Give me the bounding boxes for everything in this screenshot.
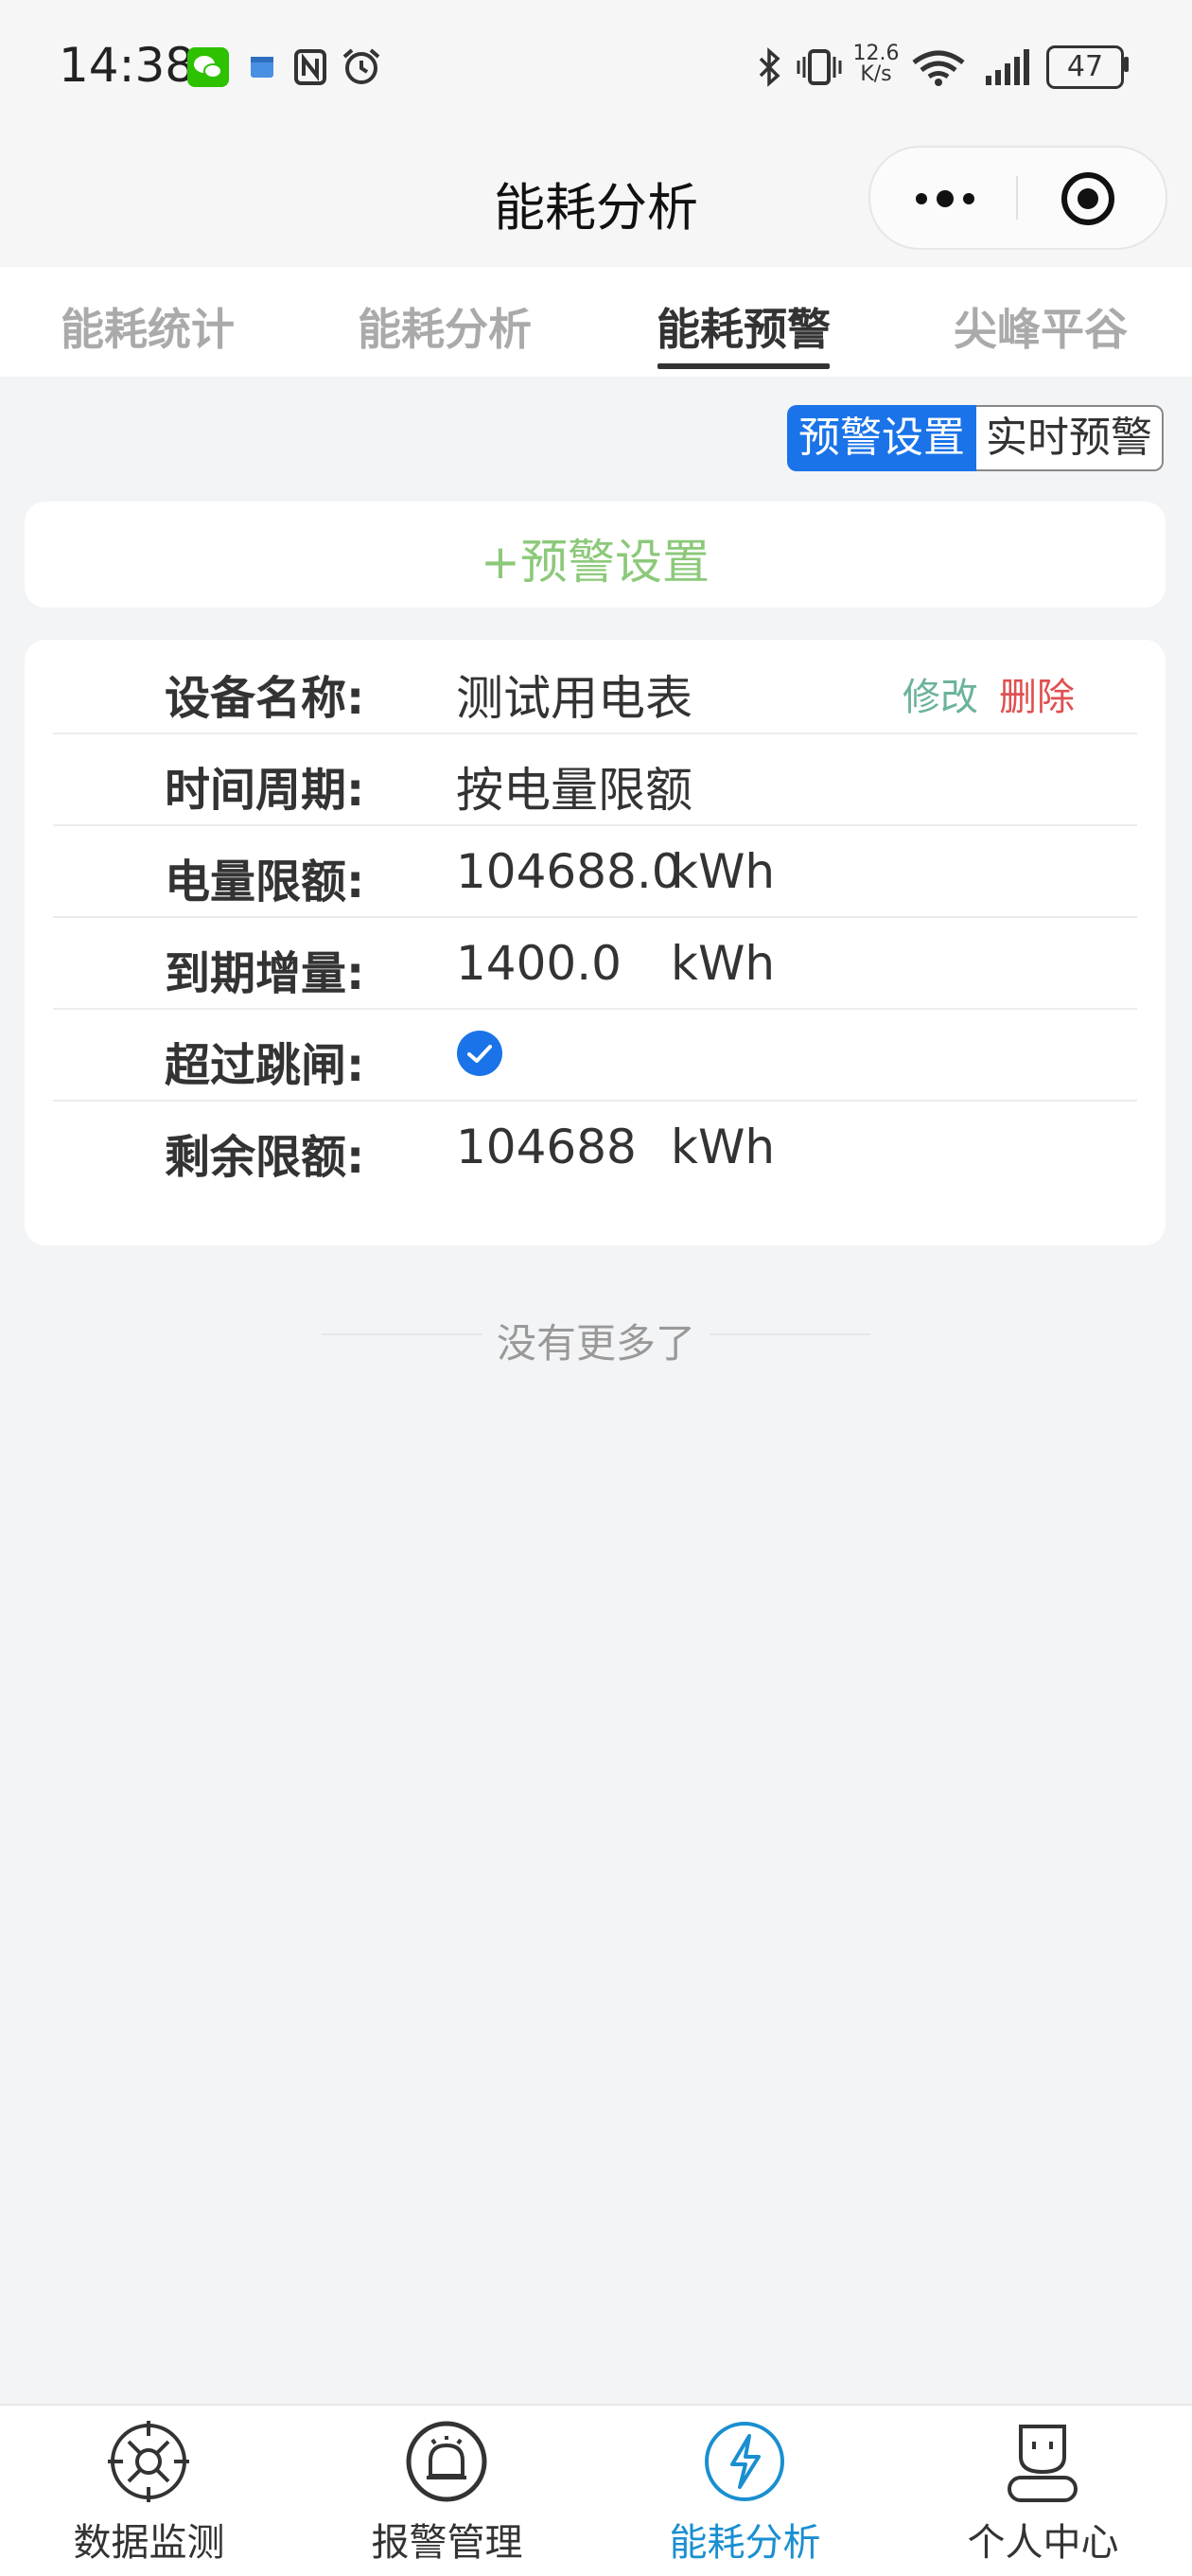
add-warning-card[interactable]: +预警设置: [25, 502, 1166, 608]
tab-energy-warning[interactable]: 能耗预警: [602, 295, 885, 358]
energy-limit-value: 104688.0: [456, 844, 682, 899]
battery-level: 47: [1066, 50, 1104, 83]
row-time-period: 时间周期: 按电量限额: [53, 733, 1137, 826]
bottom-tab-label: 数据监测: [73, 2521, 225, 2565]
row-remaining-limit: 剩余限额: 104688 kWh: [53, 1101, 1137, 1191]
bottom-tab-bar: 数据监测 报警管理 能耗分析 个人中心: [0, 2404, 1192, 2576]
alarm-icon: [342, 48, 380, 84]
net-speed-value: 12.6: [852, 42, 900, 65]
net-speed-unit: K/s: [860, 62, 892, 86]
battery-tip: [1124, 57, 1129, 72]
more-icon[interactable]: [912, 182, 978, 216]
nfc-icon: [294, 49, 326, 85]
no-more-text: 没有更多了: [482, 1312, 710, 1369]
add-warning-button[interactable]: +预警设置: [25, 524, 1166, 592]
status-time: 14:38: [59, 38, 196, 93]
close-miniprogram-icon[interactable]: [1060, 170, 1116, 227]
tab-peak-valley[interactable]: 尖峰平谷: [899, 295, 1183, 358]
list-end-indicator: 没有更多了: [322, 1306, 870, 1369]
bottom-tab-alarm-management[interactable]: 报警管理: [298, 2406, 596, 2576]
segment-warning-settings[interactable]: 预警设置: [787, 405, 976, 471]
battery-icon: 47: [1046, 45, 1124, 89]
trip-checkbox-checked-icon[interactable]: [456, 1030, 503, 1077]
bottom-tab-energy-analysis[interactable]: 能耗分析: [596, 2406, 894, 2576]
warning-record-card: 设备名称: 测试用电表 修改 删除 时间周期: 按电量限额 电量限额: 1046…: [25, 640, 1166, 1245]
segment-realtime-warning[interactable]: 实时预警: [976, 405, 1164, 471]
status-bar: 14:38 12.6 K/s 47: [0, 0, 1192, 132]
lightning-icon: [705, 2422, 784, 2501]
monitor-icon: [108, 2421, 189, 2502]
delete-button[interactable]: 删除: [999, 666, 1075, 721]
tab-bar: 能耗统计 能耗分析 能耗预警 尖峰平谷: [0, 267, 1192, 377]
tab-active-indicator: [657, 363, 830, 369]
navbar: 能耗分析: [0, 132, 1192, 265]
remaining-limit-value: 104688: [456, 1120, 637, 1174]
vibrate-icon: [797, 49, 842, 85]
energy-limit-unit: kWh: [671, 844, 776, 899]
expiry-increment-label: 到期增量:: [165, 947, 365, 1000]
bottom-tab-label: 个人中心: [967, 2521, 1119, 2565]
energy-limit-label: 电量限额:: [165, 856, 365, 909]
time-period-label: 时间周期:: [165, 764, 365, 817]
row-device-name: 设备名称: 测试用电表 修改 删除: [53, 642, 1137, 734]
wechat-icon: [187, 47, 229, 87]
device-name-value: 测试用电表: [456, 671, 692, 726]
user-icon: [1008, 2425, 1078, 2502]
row-trip-over-limit: 超过跳闸:: [53, 1009, 1137, 1102]
calendar-icon: [251, 57, 273, 78]
alarm-light-icon: [406, 2421, 487, 2502]
time-period-value: 按电量限额: [456, 763, 692, 818]
tab-energy-analysis[interactable]: 能耗分析: [303, 295, 587, 358]
bottom-tab-label: 报警管理: [371, 2521, 523, 2565]
edit-button[interactable]: 修改: [903, 666, 978, 721]
remaining-limit-unit: kWh: [671, 1120, 776, 1174]
expiry-increment-unit: kWh: [671, 936, 776, 991]
bottom-tab-label: 能耗分析: [669, 2521, 821, 2565]
remaining-limit-label: 剩余限额:: [165, 1131, 365, 1184]
trip-over-limit-label: 超过跳闸:: [165, 1039, 365, 1092]
net-speed: 12.6 K/s: [851, 44, 901, 85]
expiry-increment-value: 1400.0: [456, 936, 622, 991]
device-name-label: 设备名称:: [165, 672, 365, 725]
bottom-tab-personal-center[interactable]: 个人中心: [894, 2406, 1192, 2576]
mini-program-capsule: [868, 146, 1167, 250]
row-energy-limit: 电量限额: 104688.0 kWh: [53, 825, 1137, 918]
row-expiry-increment: 到期增量: 1400.0 kWh: [53, 917, 1137, 1010]
signal-icon: [986, 49, 1029, 85]
bluetooth-icon: [759, 47, 780, 87]
bottom-tab-data-monitor[interactable]: 数据监测: [0, 2406, 298, 2576]
wifi-icon: [912, 50, 965, 86]
tab-energy-stats[interactable]: 能耗统计: [6, 295, 289, 358]
capsule-divider: [1016, 176, 1018, 220]
